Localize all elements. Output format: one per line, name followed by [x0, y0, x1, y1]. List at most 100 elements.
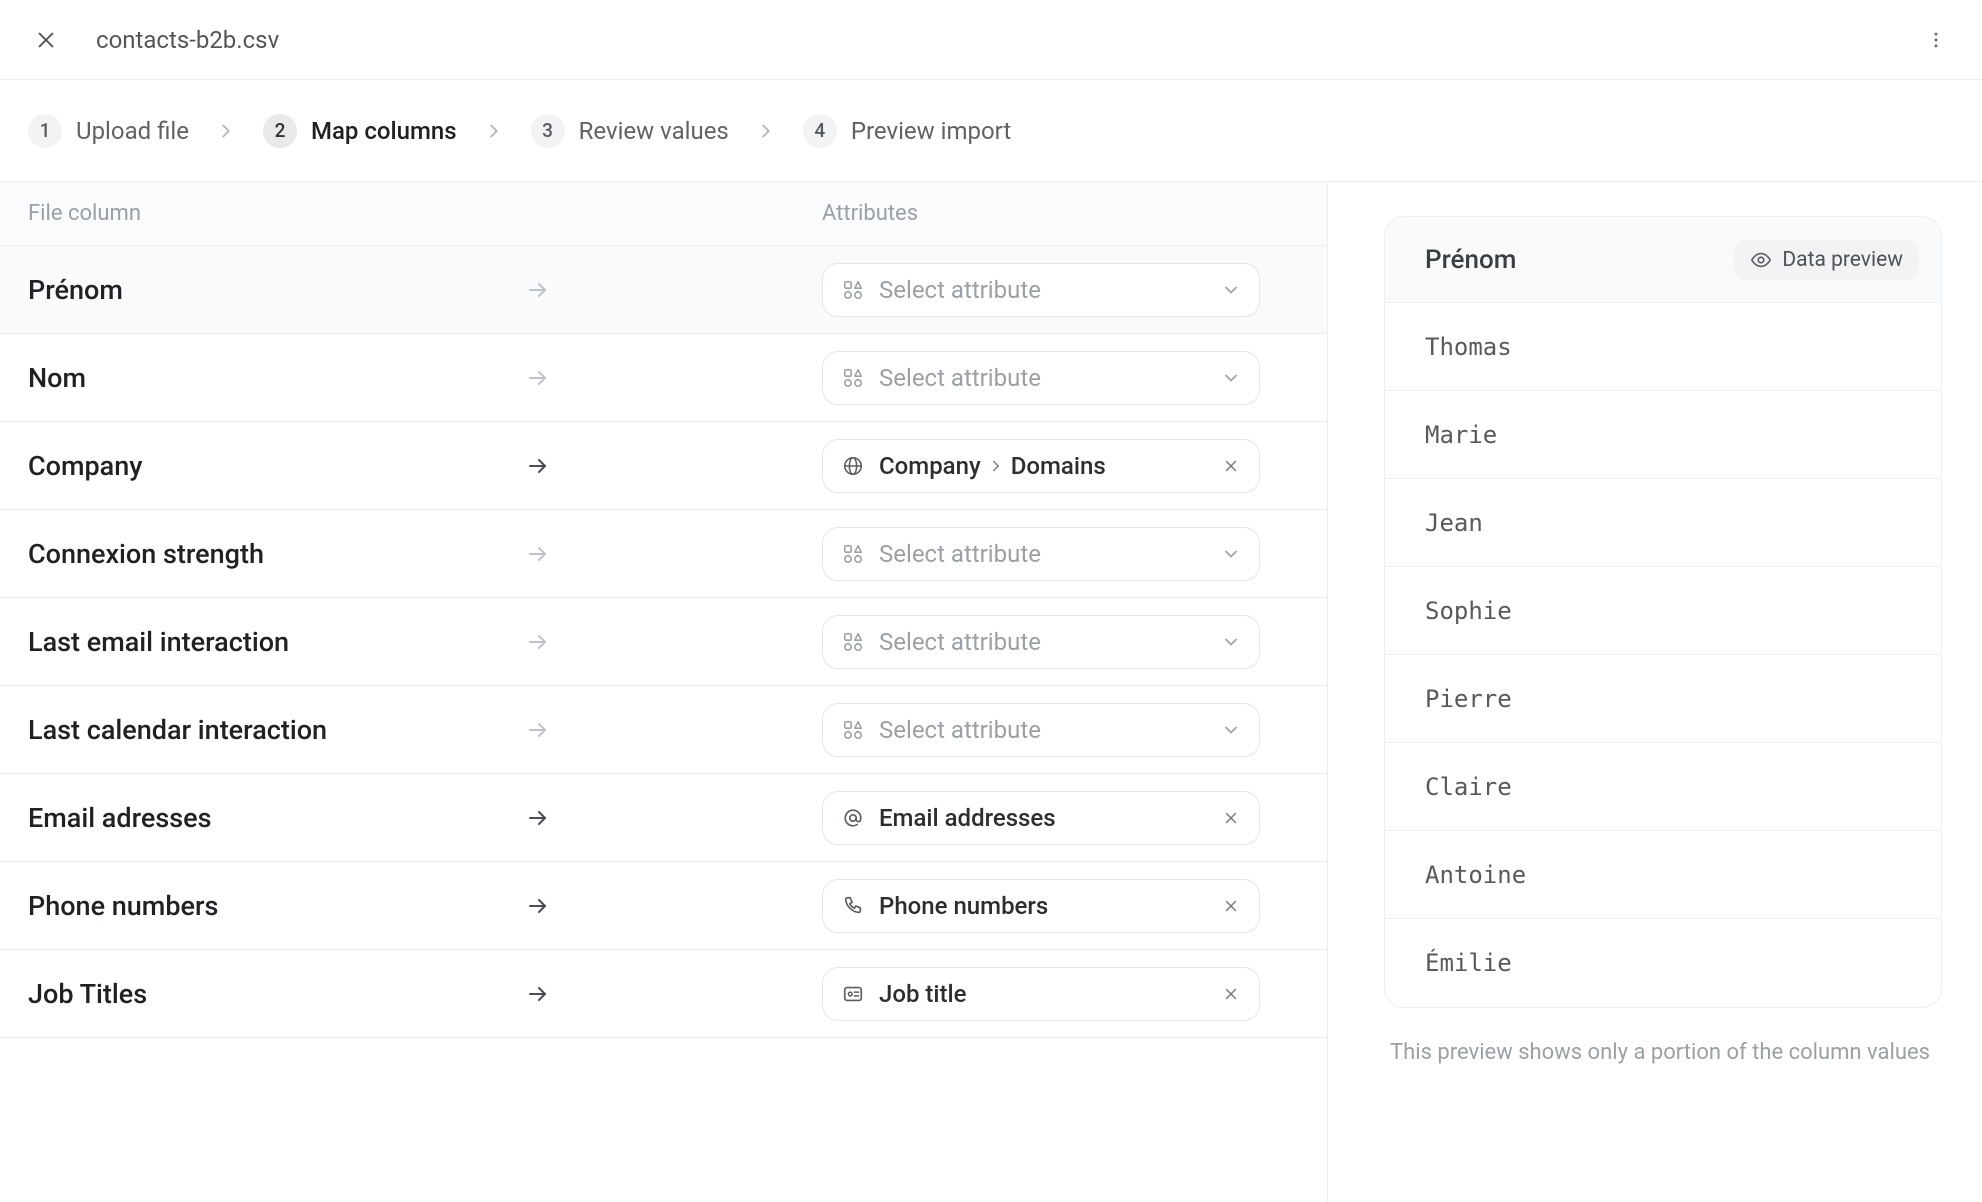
mapping-row[interactable]: PrénomSelect attribute	[0, 246, 1327, 334]
step-label: Preview import	[851, 117, 1011, 145]
shapes-icon	[841, 366, 865, 390]
close-icon	[35, 29, 57, 51]
attribute-select[interactable]: Job title	[822, 967, 1260, 1021]
step-label: Review values	[579, 117, 729, 145]
arrow-right-icon	[526, 982, 822, 1006]
more-menu-button[interactable]	[1918, 22, 1954, 58]
chevron-down-icon	[1219, 366, 1243, 390]
step-label: Map columns	[311, 117, 457, 145]
attribute-select[interactable]: Select attribute	[822, 703, 1260, 757]
arrow-right-icon	[526, 806, 822, 830]
step-3[interactable]: 3 Review values	[531, 114, 729, 148]
kebab-icon	[1926, 30, 1946, 50]
attribute-placeholder: Select attribute	[879, 276, 1205, 304]
arrow-right-icon	[526, 542, 822, 566]
step-number: 2	[263, 114, 297, 148]
mapping-row[interactable]: Email adresses Email addresses	[0, 774, 1327, 862]
step-4[interactable]: 4 Preview import	[803, 114, 1011, 148]
close-button[interactable]	[28, 22, 64, 58]
chevron-right-icon	[475, 120, 513, 142]
attribute-label: Email addresses	[879, 804, 1205, 832]
attribute-placeholder: Select attribute	[879, 364, 1205, 392]
mapping-row[interactable]: Last email interaction Select attribute	[0, 598, 1327, 686]
attribute-select[interactable]: Email addresses	[822, 791, 1260, 845]
clear-attribute-button[interactable]	[1219, 982, 1243, 1006]
preview-value: Sophie	[1385, 567, 1941, 655]
mapping-row[interactable]: Nom Select attribute	[0, 334, 1327, 422]
arrow-right-icon	[526, 630, 822, 654]
attribute-select[interactable]: Select attribute	[822, 527, 1260, 581]
attribute-placeholder: Select attribute	[879, 716, 1205, 744]
preview-value: Claire	[1385, 743, 1941, 831]
badge-icon	[841, 982, 865, 1006]
step-2[interactable]: 2 Map columns	[263, 114, 457, 148]
attribute-select[interactable]: Select attribute	[822, 615, 1260, 669]
arrow-right-icon	[526, 718, 822, 742]
attribute-placeholder: Select attribute	[879, 628, 1205, 656]
file-column-name: Phone numbers	[28, 890, 526, 922]
clear-attribute-button[interactable]	[1219, 894, 1243, 918]
header-attributes: Attributes	[822, 201, 918, 226]
file-name: contacts-b2b.csv	[96, 26, 279, 54]
file-column-name: Company	[28, 450, 526, 482]
chevron-down-icon	[1219, 630, 1243, 654]
mapping-row[interactable]: Last calendar interaction Select attribut…	[0, 686, 1327, 774]
preview-value: Pierre	[1385, 655, 1941, 743]
preview-note: This preview shows only a portion of the…	[1384, 1008, 1942, 1069]
attribute-select[interactable]: CompanyDomains	[822, 439, 1260, 493]
arrow-right-icon	[526, 278, 822, 302]
data-preview-badge-label: Data preview	[1782, 248, 1903, 272]
header-file-column: File column	[28, 201, 822, 226]
chevron-down-icon	[1219, 718, 1243, 742]
attribute-placeholder: Select attribute	[879, 540, 1205, 568]
mapping-row[interactable]: Company CompanyDomains	[0, 422, 1327, 510]
attribute-select[interactable]: Select attribute	[822, 351, 1260, 405]
chevron-down-icon	[1219, 542, 1243, 566]
mapping-header: File column Attributes	[0, 182, 1327, 246]
file-column-name: Email adresses	[28, 802, 526, 834]
clear-attribute-button[interactable]	[1219, 806, 1243, 830]
attribute-label: CompanyDomains	[879, 452, 1205, 480]
attribute-select[interactable]: Phone numbers	[822, 879, 1260, 933]
step-1[interactable]: 1 Upload file	[28, 114, 189, 148]
shapes-icon	[841, 718, 865, 742]
mapping-row[interactable]: Phone numbers Phone numbers	[0, 862, 1327, 950]
attribute-select[interactable]: Select attribute	[822, 263, 1260, 317]
preview-value: Jean	[1385, 479, 1941, 567]
shapes-icon	[841, 542, 865, 566]
data-preview-badge: Data preview	[1734, 240, 1919, 280]
file-column-name: Job Titles	[28, 978, 526, 1010]
arrow-right-icon	[526, 366, 822, 390]
file-column-name: Last email interaction	[28, 626, 526, 658]
file-column-name: Connexion strength	[28, 538, 526, 570]
chevron-down-icon	[1219, 278, 1243, 302]
step-number: 4	[803, 114, 837, 148]
chevron-right-icon	[207, 120, 245, 142]
clear-attribute-button[interactable]	[1219, 454, 1243, 478]
preview-column-title: Prénom	[1425, 245, 1516, 275]
preview-card: Prénom Data preview ThomasMarieJeanSophi…	[1384, 216, 1942, 1008]
chevron-right-icon	[981, 457, 1011, 475]
step-number: 3	[531, 114, 565, 148]
eye-icon	[1750, 249, 1772, 271]
at-icon	[841, 806, 865, 830]
chevron-right-icon	[747, 120, 785, 142]
preview-value: Antoine	[1385, 831, 1941, 919]
preview-value: Émilie	[1385, 919, 1941, 1007]
mapping-row[interactable]: Connexion strength Select attribute	[0, 510, 1327, 598]
preview-value: Marie	[1385, 391, 1941, 479]
arrow-right-icon	[526, 894, 822, 918]
file-column-name: Nom	[28, 362, 526, 394]
preview-value: Thomas	[1385, 303, 1941, 391]
mapping-row[interactable]: Job Titles Job title	[0, 950, 1327, 1038]
globe-icon	[841, 454, 865, 478]
attribute-label: Phone numbers	[879, 892, 1205, 920]
arrow-right-icon	[526, 454, 822, 478]
file-column-name: Last calendar interaction	[28, 714, 526, 746]
stepper: 1 Upload file 2 Map columns 3 Review values 4P…	[0, 80, 1982, 182]
shapes-icon	[841, 278, 865, 302]
step-label: Upload file	[76, 117, 189, 145]
step-number: 1	[28, 114, 62, 148]
phone-icon	[841, 894, 865, 918]
attribute-label: Job title	[879, 980, 1205, 1008]
